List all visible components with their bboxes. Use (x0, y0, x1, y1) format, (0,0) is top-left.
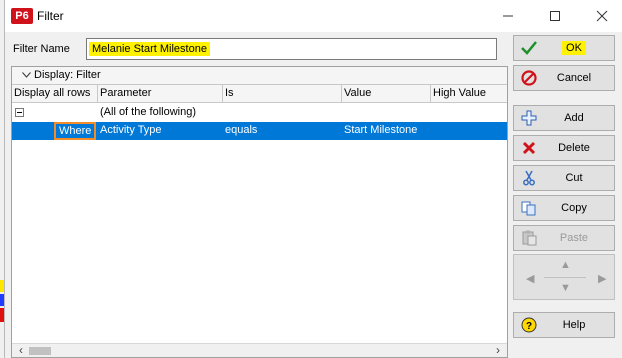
column-header-value[interactable]: Value (342, 85, 431, 103)
table-row[interactable]: Where Activity Type equals Start Milesto… (12, 122, 507, 140)
move-down-icon[interactable]: ▼ (560, 282, 571, 294)
title-bar: P6 Filter (5, 0, 622, 32)
add-label: Add (564, 112, 584, 124)
cancel-label: Cancel (556, 72, 592, 84)
parameter-cell[interactable]: Activity Type (98, 122, 162, 140)
horizontal-scrollbar[interactable]: ‹ › (12, 343, 507, 357)
help-button[interactable]: ? Help (513, 312, 615, 338)
cut-button[interactable]: Cut (513, 165, 615, 191)
display-filter-label: Display: Filter (34, 69, 101, 81)
move-left-icon[interactable]: ◀ (526, 272, 534, 285)
ok-label: OK (562, 41, 586, 55)
parameter-cell[interactable]: (All of the following) (98, 104, 196, 122)
cancel-icon (514, 70, 544, 86)
column-header-high-value[interactable]: High Value (431, 85, 507, 103)
filter-name-input[interactable]: Melanie Start Milestone (86, 38, 497, 60)
move-up-icon[interactable]: ▲ (560, 259, 571, 271)
paste-icon (514, 230, 544, 246)
table-row[interactable]: (All of the following) (12, 104, 507, 122)
condition-cell[interactable]: Where (54, 122, 96, 140)
collapse-icon[interactable] (15, 108, 24, 117)
cancel-button[interactable]: Cancel (513, 65, 615, 91)
pad-divider (544, 277, 586, 278)
ok-button[interactable]: OK (513, 35, 615, 61)
help-label: Help (562, 319, 586, 331)
move-criteria-pad: ◀ ▲ ▼ ▶ (513, 254, 615, 300)
filter-criteria-grid: Display: Filter Display all rows Paramet… (11, 66, 508, 358)
copy-button[interactable]: Copy (513, 195, 615, 221)
filter-name-label: Filter Name (13, 43, 70, 55)
column-header-display-all-rows[interactable]: Display all rows (12, 85, 98, 103)
scissors-icon (514, 170, 544, 186)
paste-button[interactable]: Paste (513, 225, 615, 251)
column-header-is[interactable]: Is (223, 85, 342, 103)
close-icon (596, 10, 608, 22)
delete-label: Delete (558, 142, 590, 154)
minimize-button[interactable] (485, 0, 531, 32)
scroll-left-icon[interactable]: ‹ (14, 344, 28, 358)
help-icon: ? (514, 317, 544, 333)
filter-name-value: Melanie Start Milestone (89, 42, 210, 56)
maximize-button[interactable] (532, 0, 578, 32)
close-button[interactable] (579, 0, 622, 32)
scroll-thumb[interactable] (29, 347, 51, 355)
delete-button[interactable]: Delete (513, 135, 615, 161)
paste-label: Paste (559, 232, 589, 244)
minimize-icon (503, 15, 513, 17)
move-right-icon[interactable]: ▶ (598, 272, 606, 285)
is-cell[interactable]: equals (223, 122, 257, 140)
cut-label: Cut (565, 172, 583, 184)
filter-dialog: P6 Filter Filter Name Melanie Start Mile… (4, 0, 622, 358)
window-title: Filter (37, 9, 64, 23)
svg-text:?: ? (526, 321, 532, 332)
value-cell[interactable]: Start Milestone (342, 122, 417, 140)
high-value-cell[interactable] (431, 122, 433, 140)
p6-logo-icon: P6 (11, 8, 33, 24)
column-header-parameter[interactable]: Parameter (98, 85, 223, 103)
delete-icon (514, 141, 544, 155)
chevron-down-icon (22, 67, 31, 84)
add-icon (514, 110, 544, 126)
checkmark-icon (514, 41, 544, 55)
copy-icon (514, 201, 544, 216)
add-button[interactable]: Add (513, 105, 615, 131)
display-filter-bar[interactable]: Display: Filter (12, 67, 507, 85)
maximize-icon (550, 11, 560, 21)
copy-label: Copy (561, 202, 587, 214)
scroll-right-icon[interactable]: › (491, 344, 505, 358)
